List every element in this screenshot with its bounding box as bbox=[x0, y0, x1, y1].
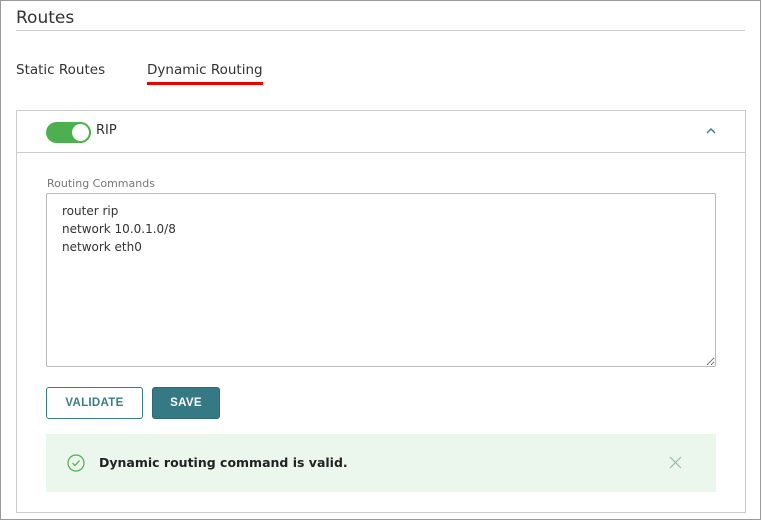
alert-message: Dynamic routing command is valid. bbox=[99, 455, 348, 470]
rip-toggle[interactable] bbox=[46, 122, 91, 143]
success-alert: Dynamic routing command is valid. bbox=[46, 434, 716, 492]
page-title: Routes bbox=[16, 8, 75, 28]
toggle-knob bbox=[72, 124, 89, 141]
validate-button[interactable]: VALIDATE bbox=[46, 387, 143, 419]
close-icon[interactable] bbox=[668, 455, 683, 470]
tab-dynamic-routing[interactable]: Dynamic Routing bbox=[147, 62, 263, 85]
check-circle-icon bbox=[67, 454, 85, 472]
chevron-up-icon[interactable] bbox=[703, 123, 719, 139]
divider bbox=[16, 30, 745, 31]
routing-commands-textarea[interactable] bbox=[46, 193, 716, 367]
rip-label: RIP bbox=[96, 123, 117, 138]
rip-panel: RIP Routing Commands VALIDATE SAVE Dynam… bbox=[16, 110, 746, 513]
rip-panel-header: RIP bbox=[17, 111, 745, 153]
save-button[interactable]: SAVE bbox=[152, 387, 220, 419]
tab-static-routes[interactable]: Static Routes bbox=[16, 62, 105, 78]
routing-commands-label: Routing Commands bbox=[47, 177, 155, 190]
